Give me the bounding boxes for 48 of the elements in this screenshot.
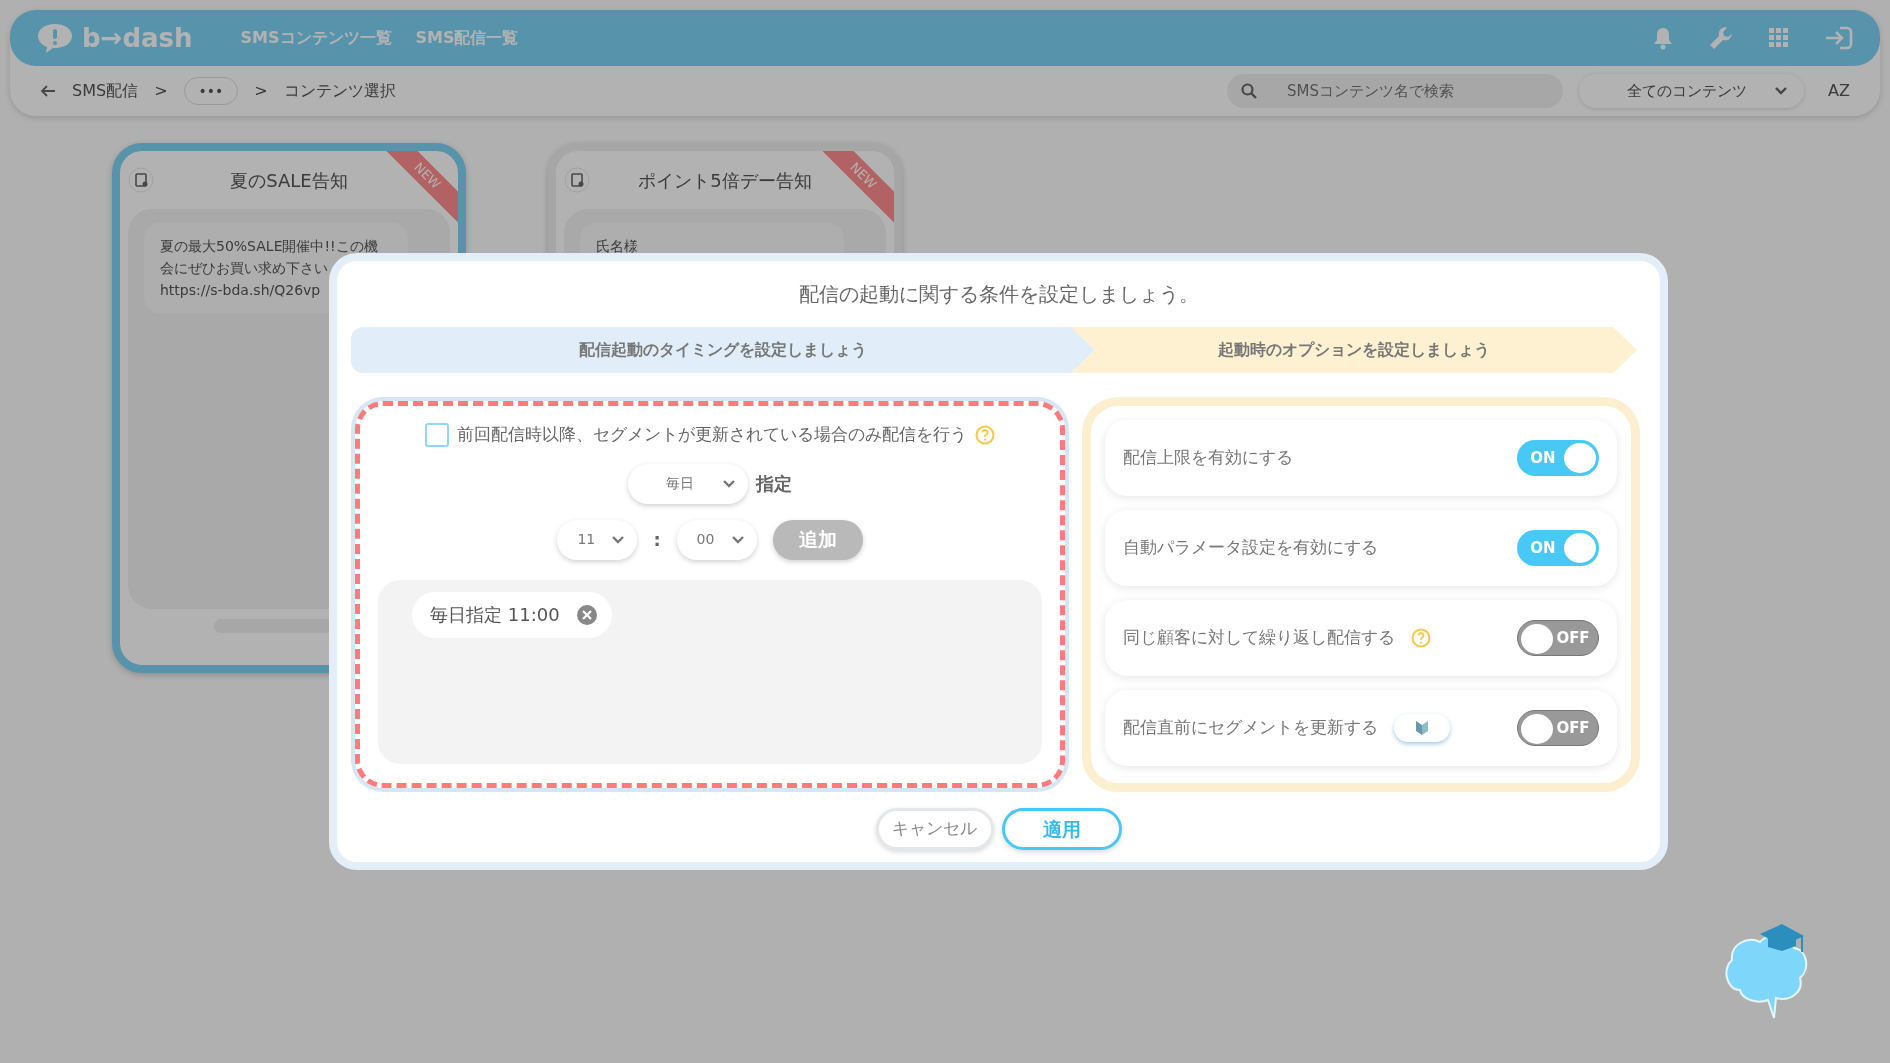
toggle-switch[interactable]: OFF — [1517, 710, 1599, 746]
back-arrow-icon[interactable] — [40, 84, 56, 98]
chevron-down-icon — [611, 534, 626, 545]
option-label: 配信直前にセグメントを更新する — [1123, 716, 1378, 740]
logo-text: b→dash — [82, 21, 193, 55]
speech-bubble-icon — [36, 22, 74, 54]
apply-button[interactable]: 適用 — [1001, 808, 1122, 850]
grid-icon[interactable] — [1768, 27, 1790, 49]
checkbox[interactable] — [425, 422, 449, 447]
help-icon — [1411, 628, 1431, 648]
wrench-icon[interactable] — [1708, 25, 1734, 51]
leaf-icon — [1415, 720, 1429, 736]
dialog-title: 配信の起動に関する条件を設定しましょう。 — [797, 281, 1200, 308]
select-suffix: 指定 — [756, 472, 792, 496]
message-icon — [564, 167, 590, 193]
time-separator: : — [653, 528, 661, 552]
search-icon — [1241, 83, 1258, 99]
option-label: 配信上限を有効にする — [1123, 446, 1293, 470]
sign-in-icon[interactable] — [1824, 25, 1854, 51]
filter-select[interactable]: 全てのコンテンツ — [1579, 74, 1805, 108]
chevron-down-icon — [730, 534, 745, 545]
message-text: 夏の最大50%SALE開催中!!この機 — [160, 237, 379, 256]
message-text: https://s-bda.sh/Q26vp — [160, 281, 322, 300]
message-text: 会にぜひお買い求め下さい — [160, 259, 329, 278]
toggle-switch[interactable]: ON — [1517, 440, 1599, 476]
breadcrumb-current: コンテンツ選択 — [283, 80, 396, 102]
chevron-down-icon — [1774, 86, 1789, 96]
toggle-switch[interactable]: ON — [1517, 530, 1599, 566]
step-banner: 起動時のオプションを設定しましょう — [1071, 327, 1637, 373]
minute-select[interactable]: 00 — [676, 519, 757, 560]
remove-icon[interactable] — [575, 603, 598, 626]
option-label: 自動パラメータ設定を有効にする — [1123, 536, 1378, 560]
bell-icon[interactable] — [1652, 26, 1674, 50]
message-text: 氏名様 — [596, 237, 639, 256]
message-icon — [128, 167, 154, 193]
toggle-switch[interactable]: OFF — [1517, 620, 1599, 656]
hour-select[interactable]: 11 — [557, 519, 638, 560]
breadcrumb-separator: > — [254, 80, 268, 102]
chevron-down-icon — [722, 478, 736, 489]
more-button[interactable]: ••• — [183, 77, 239, 105]
search-field[interactable]: SMSコンテンツ名で検索 — [1227, 74, 1564, 108]
breadcrumb-link[interactable]: SMS配信 — [72, 79, 139, 103]
option-label: 同じ顧客に対して繰り返し配信する — [1123, 626, 1395, 650]
breadcrumb-separator: > — [154, 80, 168, 102]
frequency-select[interactable]: 毎日 — [628, 463, 748, 504]
step-banner: 配信起動のタイミングを設定しましょう — [351, 327, 1095, 373]
cancel-button[interactable]: キャンセル — [875, 808, 994, 850]
sort-button[interactable]: AZ — [1828, 79, 1850, 103]
